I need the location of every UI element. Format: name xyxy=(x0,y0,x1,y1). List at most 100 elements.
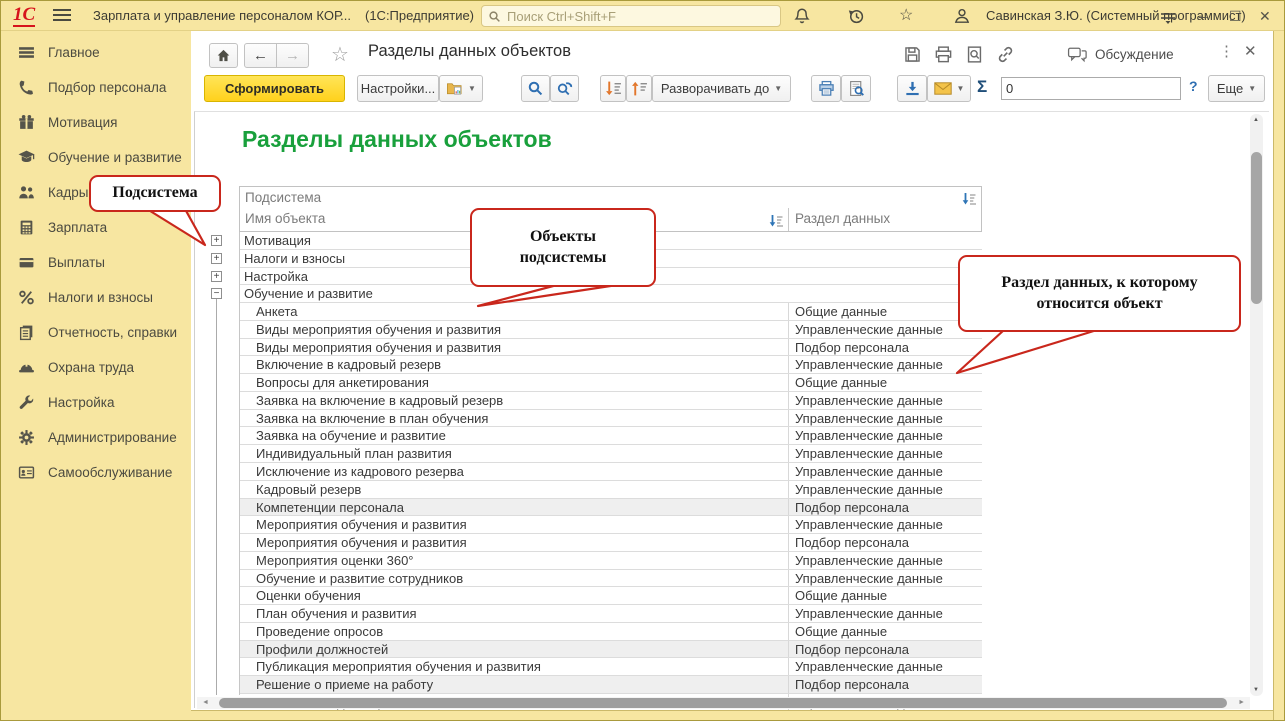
expand-group-icon[interactable]: + xyxy=(211,271,222,282)
vertical-scrollbar-thumb[interactable] xyxy=(1251,152,1262,304)
tree-level-line xyxy=(216,299,217,695)
sidebar-item-salary[interactable]: Зарплата xyxy=(1,210,191,245)
sidebar-item-motivation[interactable]: Мотивация xyxy=(1,105,191,140)
table-row[interactable]: Оценки обученияОбщие данные xyxy=(240,587,982,605)
find-next-button[interactable] xyxy=(550,75,579,102)
table-row[interactable]: Заявка на обучение и развитиеУправленчес… xyxy=(240,427,982,445)
report-variants-button[interactable]: ▼ xyxy=(439,75,483,102)
vertical-scrollbar[interactable]: ▲ ▼ xyxy=(1250,114,1263,696)
scroll-down-icon[interactable]: ▼ xyxy=(1253,687,1259,693)
id-card-icon xyxy=(18,464,35,481)
object-name-cell: Оценки обучения xyxy=(240,587,788,604)
table-row[interactable]: Профили должностейПодбор персонала xyxy=(240,641,982,659)
expand-group-icon[interactable]: + xyxy=(211,253,222,264)
sidebar-item-labor-safety[interactable]: Охрана труда xyxy=(1,350,191,385)
maximize-button[interactable]: ☐ xyxy=(1229,6,1242,26)
close-form-icon[interactable]: ✕ xyxy=(1244,42,1257,60)
history-icon[interactable] xyxy=(847,7,865,25)
get-link-icon[interactable] xyxy=(996,45,1016,65)
find-button[interactable] xyxy=(521,75,550,102)
more-menu-dots-icon[interactable]: ⋮ xyxy=(1219,42,1234,60)
send-mail-button[interactable]: ▼ xyxy=(927,75,971,102)
table-row[interactable]: Вопросы для анкетированияОбщие данные xyxy=(240,374,982,392)
report-variant-icon xyxy=(446,80,463,97)
notifications-bell-icon[interactable] xyxy=(793,7,811,25)
sidebar-item-taxes-contributions[interactable]: Налоги и взносы xyxy=(1,280,191,315)
forward-button[interactable]: → xyxy=(276,43,309,68)
favorites-star-icon[interactable]: ☆ xyxy=(899,5,913,25)
service-menu-icon[interactable] xyxy=(1159,9,1177,27)
table-row[interactable]: Мероприятия оценки 360°Управленческие да… xyxy=(240,552,982,570)
expand-group-icon[interactable]: + xyxy=(211,235,222,246)
table-row[interactable]: Заявка на включение в кадровый резервУпр… xyxy=(240,392,982,410)
sidebar-item-administration[interactable]: Администрирование xyxy=(1,420,191,455)
sidebar-item-label: Мотивация xyxy=(48,115,117,130)
global-search[interactable] xyxy=(481,5,781,27)
expand-all-button[interactable] xyxy=(626,75,652,102)
table-row[interactable]: Исключение из кадрового резерваУправленч… xyxy=(240,463,982,481)
table-row[interactable]: Индивидуальный план развитияУправленческ… xyxy=(240,445,982,463)
subsystem-header-cell[interactable]: Подсистема xyxy=(239,186,982,209)
main-menu-icon[interactable] xyxy=(53,9,71,23)
print-preview-icon[interactable] xyxy=(965,45,985,65)
home-icon xyxy=(216,48,231,63)
sidebar-item-training-development[interactable]: Обучение и развитие xyxy=(1,140,191,175)
table-row[interactable]: План обучения и развитияУправленческие д… xyxy=(240,605,982,623)
user-icon[interactable] xyxy=(953,7,971,25)
sidebar-item-main[interactable]: Главное xyxy=(1,35,191,70)
menu-icon xyxy=(18,44,35,61)
table-row[interactable]: Виды мероприятия обучения и развитияУпра… xyxy=(240,321,982,339)
expand-to-button[interactable]: Разворачивать до▼ xyxy=(652,75,791,102)
save-report-button[interactable] xyxy=(897,75,927,102)
home-button[interactable] xyxy=(209,43,238,68)
add-favorite-star-icon[interactable]: ☆ xyxy=(331,42,349,67)
sidebar-item-self-service[interactable]: Самообслуживание xyxy=(1,455,191,490)
horizontal-scrollbar[interactable]: ◄ ► xyxy=(197,697,1250,709)
chat-icon xyxy=(1067,45,1088,63)
minimize-button[interactable]: – xyxy=(1199,6,1207,26)
scroll-right-icon[interactable]: ► xyxy=(1238,699,1245,706)
discussion-button[interactable]: Обсуждение xyxy=(1067,45,1174,63)
table-row[interactable]: Обучение и развитие сотрудниковУправленч… xyxy=(240,570,982,588)
data-section-cell: Подбор персонала xyxy=(788,339,982,356)
data-section-cell: Управленческие данные xyxy=(788,445,982,462)
collapse-group-icon[interactable]: − xyxy=(211,288,222,299)
global-search-input[interactable] xyxy=(507,9,774,24)
app-window: 1С Зарплата и управление персоналом КОР.… xyxy=(0,0,1285,721)
settings-button[interactable]: Настройки... xyxy=(357,75,439,102)
table-row[interactable]: Заявка на включение в план обученияУправ… xyxy=(240,410,982,428)
table-row[interactable]: Виды мероприятия обучения и развитияПодб… xyxy=(240,339,982,357)
table-row[interactable]: Публикация мероприятия обучения и развит… xyxy=(240,658,982,676)
sidebar-item-payments[interactable]: Выплаты xyxy=(1,245,191,280)
print-icon[interactable] xyxy=(934,45,954,65)
collapse-all-button[interactable] xyxy=(600,75,626,102)
table-row[interactable]: Компетенции персоналаПодбор персонала xyxy=(240,499,982,517)
scroll-left-icon[interactable]: ◄ xyxy=(202,699,209,706)
close-window-button[interactable]: ✕ xyxy=(1259,6,1271,26)
sidebar-item-reporting-certificates[interactable]: Отчетность, справки xyxy=(1,315,191,350)
help-button[interactable]: ? xyxy=(1189,78,1198,94)
table-row[interactable]: Включение в кадровый резервУправленчески… xyxy=(240,356,982,374)
horizontal-scrollbar-thumb[interactable] xyxy=(219,698,1227,708)
print-report-button[interactable] xyxy=(811,75,841,102)
generate-report-button[interactable]: Сформировать xyxy=(204,75,345,102)
data-section-cell: Управленческие данные xyxy=(788,392,982,409)
data-section-header-cell[interactable]: Раздел данных xyxy=(788,208,983,231)
table-row[interactable]: Мероприятия обучения и развитияПодбор пе… xyxy=(240,534,982,552)
table-row[interactable]: АнкетаОбщие данные xyxy=(240,303,982,321)
documents-icon xyxy=(18,324,35,341)
back-button[interactable]: ← xyxy=(244,43,277,68)
scroll-up-icon[interactable]: ▲ xyxy=(1253,117,1259,123)
autosum-icon[interactable]: Σ xyxy=(977,77,987,97)
group-row[interactable]: Обучение и развитие xyxy=(240,285,982,303)
table-row[interactable]: Проведение опросовОбщие данные xyxy=(240,623,982,641)
autosum-value-field[interactable] xyxy=(1001,77,1181,100)
table-row[interactable]: Мероприятия обучения и развитияУправленч… xyxy=(240,516,982,534)
table-row[interactable]: Решение о приеме на работуПодбор персона… xyxy=(240,676,982,694)
more-actions-button[interactable]: Еще▼ xyxy=(1208,75,1265,102)
sidebar-item-settings[interactable]: Настройка xyxy=(1,385,191,420)
table-row[interactable]: Кадровый резервУправленческие данные xyxy=(240,481,982,499)
sidebar-item-recruitment[interactable]: Подбор персонала xyxy=(1,70,191,105)
save-icon[interactable] xyxy=(903,45,923,65)
preview-report-button[interactable] xyxy=(841,75,871,102)
